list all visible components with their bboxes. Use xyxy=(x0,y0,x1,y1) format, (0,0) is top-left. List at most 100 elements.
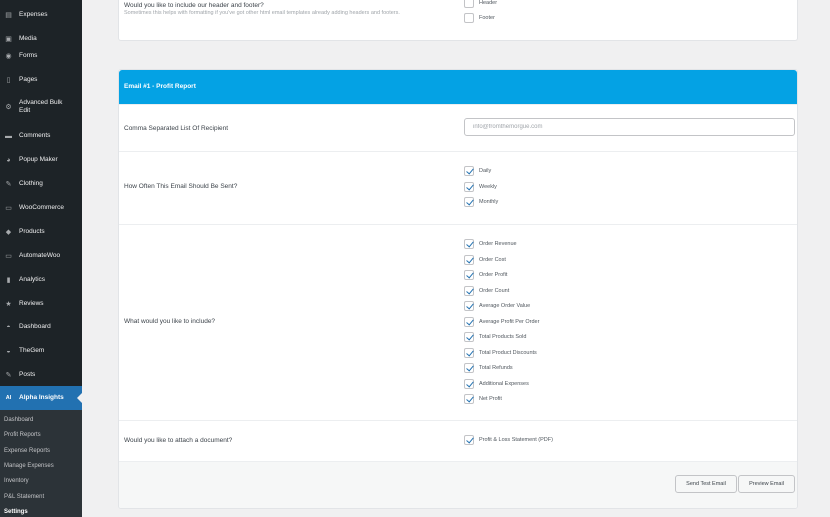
include-checkbox[interactable] xyxy=(464,394,474,404)
include-checkbox[interactable] xyxy=(464,332,474,342)
frequency-option-label: Monthly xyxy=(479,199,499,205)
footer-checkbox[interactable] xyxy=(464,13,474,23)
preview-email-button[interactable]: Preview Email xyxy=(738,475,795,493)
include-checkbox[interactable] xyxy=(464,347,474,358)
sidebar-item-label: Dashboard xyxy=(19,323,51,330)
sidebar-item-alpha-insights[interactable]: AI Alpha Insights xyxy=(0,386,82,410)
frequency-option-label: Weekly xyxy=(479,183,497,190)
attach-option-label: Profit & Loss Statement (PDF) xyxy=(479,437,553,443)
footer-label: Footer xyxy=(479,15,495,21)
submenu-item-expense-reports[interactable]: Expense Reports xyxy=(4,448,50,454)
submenu-item-inventory[interactable]: Inventory xyxy=(4,478,29,484)
reviews-icon: ★ xyxy=(5,301,12,308)
include-checkbox[interactable] xyxy=(464,270,474,280)
header-checkbox[interactable] xyxy=(464,0,474,8)
forms-icon: ◉ xyxy=(5,53,12,60)
include-checkbox[interactable] xyxy=(464,285,474,296)
sidebar-item-dashboard[interactable]: ◓ Dashboard xyxy=(0,319,82,335)
sidebar-item-pages[interactable]: ▯ Pages xyxy=(0,72,82,88)
sidebar-item-woocommerce[interactable]: ▭ WooCommerce xyxy=(0,200,82,216)
clothing-pin-icon: ✎ xyxy=(5,181,12,188)
frequency-row: How Often This Email Should Be Sent? xyxy=(119,151,797,224)
sidebar-item-forms[interactable]: ◉ Forms xyxy=(0,48,82,64)
sidebar-item-label: Products xyxy=(19,228,45,235)
include-option-label: Order Profit xyxy=(479,272,508,278)
include-checkbox[interactable] xyxy=(464,254,474,265)
dashboard-icon: ◓ xyxy=(6,323,11,331)
popup-maker-icon: ◕ xyxy=(6,156,11,164)
include-option-label: Additional Expenses xyxy=(479,380,529,387)
sidebar-item-expenses[interactable]: ▤ Expenses xyxy=(0,7,82,23)
include-checkbox[interactable] xyxy=(464,363,474,373)
woocommerce-icon: ▭ xyxy=(5,205,12,212)
send-test-email-button[interactable]: Send Test Email xyxy=(675,475,737,493)
include-label: What would you like to include? xyxy=(124,318,216,325)
include-option-label: Total Products Sold xyxy=(479,334,527,340)
sidebar-item-analytics[interactable]: ▮ Analytics xyxy=(0,272,82,288)
sidebar-item-posts[interactable]: ✎ Posts xyxy=(0,367,82,383)
submenu-item-p-l-statement[interactable]: P&L Statement xyxy=(4,494,44,500)
include-option[interactable]: Net Profit xyxy=(464,394,502,404)
sidebar-item-popup-maker[interactable]: ◕ Popup Maker xyxy=(0,152,82,168)
alpha-insights-submenu: Dashboard Profit Reports Expense Reports Ma… xyxy=(0,410,82,517)
sidebar-item-products[interactable]: ◆ Products xyxy=(0,224,82,240)
frequency-checkbox[interactable] xyxy=(464,181,474,192)
comments-icon: ▬ xyxy=(5,132,12,140)
sidebar-item-label: Popup Maker xyxy=(19,156,58,163)
include-checkbox[interactable] xyxy=(464,378,474,389)
include-checkbox[interactable] xyxy=(464,316,474,327)
include-option[interactable]: Total Product Discounts xyxy=(464,347,537,358)
submenu-item-settings[interactable]: Settings xyxy=(4,509,28,515)
frequency-checkbox[interactable] xyxy=(464,197,474,207)
include-option[interactable]: Order Cost xyxy=(464,254,506,265)
frequency-option-label: Daily xyxy=(479,168,492,174)
include-option[interactable]: Order Revenue xyxy=(464,239,517,249)
sidebar-item-label: Expenses xyxy=(19,11,48,18)
include-option[interactable]: Order Count xyxy=(464,285,509,296)
sidebar-item-clothing[interactable]: ✎ Clothing xyxy=(0,176,82,192)
alpha-insights-icon: AI xyxy=(5,395,12,401)
attach-row: Would you like to attach a document? xyxy=(119,420,797,461)
include-option-label: Order Cost xyxy=(479,256,506,263)
sidebar-item-thegem[interactable]: ◒ TheGem xyxy=(0,343,82,359)
submenu-item-manage-expenses[interactable]: Manage Expenses xyxy=(4,463,54,469)
attach-checkbox[interactable] xyxy=(464,435,474,445)
sidebar-item-label: Reviews xyxy=(19,300,44,307)
include-option[interactable]: Average Order Value xyxy=(464,301,530,311)
frequency-option[interactable]: Daily xyxy=(464,166,491,176)
submenu-item-profit-reports[interactable]: Profit Reports xyxy=(4,432,41,438)
sidebar-item-comments[interactable]: ▬ Comments xyxy=(0,128,82,144)
sidebar-item-label: Media xyxy=(19,35,37,42)
frequency-label: How Often This Email Should Be Sent? xyxy=(124,183,238,190)
include-option[interactable]: Average Profit Per Order xyxy=(464,316,539,327)
include-option[interactable]: Total Refunds xyxy=(464,363,513,373)
include-checkbox[interactable] xyxy=(464,301,474,311)
include-option[interactable]: Additional Expenses xyxy=(464,378,529,389)
sidebar-item-label: TheGem xyxy=(19,347,45,354)
expenses-icon: ▤ xyxy=(5,12,12,19)
include-option[interactable]: Order Profit xyxy=(464,270,507,280)
panel-title: Email #1 - Profit Report xyxy=(124,83,196,90)
footer-option[interactable]: Footer xyxy=(464,13,495,23)
admin-sidebar: ▤ Expenses ▣ Media ◉ Forms ▯ Pages ⚙ Advanced Bul… xyxy=(0,0,82,517)
sidebar-item-media[interactable]: ▣ Media xyxy=(0,31,82,47)
automatewoo-icon: ▭ xyxy=(5,253,12,260)
include-checkbox[interactable] xyxy=(464,239,474,249)
sidebar-item-label: Clothing xyxy=(19,180,43,187)
sidebar-item-label: Forms xyxy=(19,52,38,59)
sidebar-item-advanced-bulk-edit[interactable]: ⚙ Advanced Bulk Edit xyxy=(0,96,82,118)
frequency-checkbox[interactable] xyxy=(464,166,474,176)
sidebar-item-reviews[interactable]: ★ Reviews xyxy=(0,296,82,312)
header-footer-question: Would you like to include our header and… xyxy=(124,2,264,9)
sidebar-item-label: Alpha Insights xyxy=(19,394,64,401)
sidebar-item-label: Pages xyxy=(19,76,38,83)
frequency-option[interactable]: Monthly xyxy=(464,197,498,207)
submenu-item-dashboard[interactable]: Dashboard xyxy=(4,417,33,423)
attach-option[interactable]: Profit & Loss Statement (PDF) xyxy=(464,435,553,445)
recipient-input[interactable] xyxy=(464,118,795,136)
header-option[interactable]: Header xyxy=(464,0,497,8)
sidebar-item-automatewoo[interactable]: ▭ AutomateWoo xyxy=(0,248,82,264)
sidebar-item-label: Posts xyxy=(19,371,36,378)
include-option[interactable]: Total Products Sold xyxy=(464,332,526,342)
frequency-option[interactable]: Weekly xyxy=(464,181,497,192)
